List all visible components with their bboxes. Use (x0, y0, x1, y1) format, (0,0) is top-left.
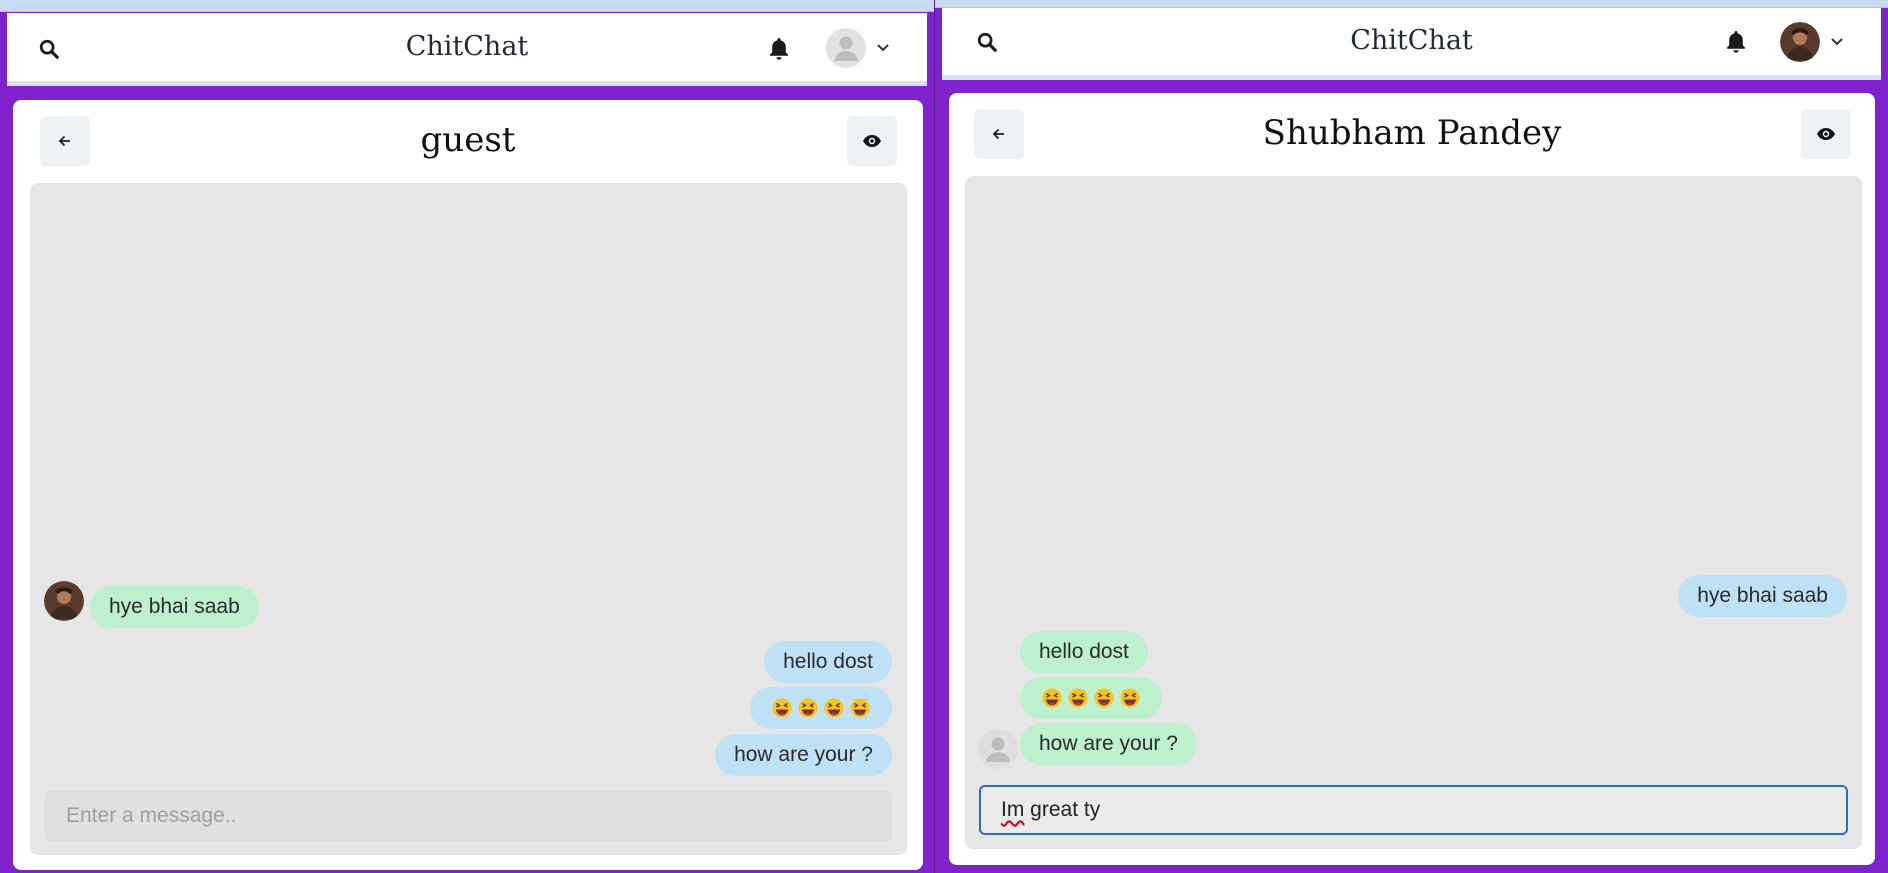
message-bubble: hye bhai saab (90, 586, 259, 628)
grinning-squinting-face-icon (850, 698, 870, 718)
chevron-down-icon (877, 44, 889, 52)
chat-panel: Shubham Pandey hye bhai saab hello dost … (949, 93, 1875, 865)
search-button[interactable] (35, 35, 63, 63)
grinning-squinting-face-icon (772, 698, 792, 718)
grinning-squinting-face-icon (1068, 688, 1088, 708)
eye-icon (1817, 128, 1835, 140)
message-bubble: hye bhai saab (1678, 575, 1847, 617)
profile-menu-button[interactable] (1780, 22, 1844, 62)
sender-avatar (44, 581, 84, 621)
search-icon (977, 32, 997, 52)
emoji-message-bubble (1020, 677, 1162, 719)
bell-icon (770, 38, 788, 60)
grinning-squinting-face-icon (1042, 688, 1062, 708)
chat-title: Shubham Pandey (1262, 113, 1562, 153)
chat-title: guest (420, 120, 516, 160)
search-button[interactable] (973, 28, 1001, 56)
app-header: ChitChat (942, 8, 1881, 80)
grinning-squinting-face-icon (1120, 688, 1140, 708)
user-photo-avatar (1780, 22, 1820, 62)
view-profile-button[interactable] (847, 116, 897, 166)
eye-icon (863, 135, 881, 147)
message-input[interactable]: Im great ty (979, 785, 1848, 835)
default-avatar (826, 28, 866, 68)
notification-button[interactable] (765, 35, 793, 63)
search-icon (39, 39, 59, 59)
profile-menu-button[interactable] (826, 28, 890, 68)
left-browser-window: ChitChat guest hye bhai saab hello dost (0, 0, 934, 873)
message-bubble: hello dost (1020, 631, 1148, 673)
bell-icon (1727, 31, 1745, 53)
message-input[interactable] (45, 791, 892, 841)
browser-top-strip (0, 0, 934, 12)
right-browser-window: ChitChat Shubham Pandey hye bhai saab he… (935, 0, 1888, 873)
input-misspelled-word: Im (1001, 798, 1025, 821)
chevron-down-icon (1831, 38, 1843, 46)
message-area: hye bhai saab hello dost how are your ? (30, 183, 907, 855)
emoji-message-bubble (750, 687, 892, 729)
chat-panel: guest hye bhai saab hello dost how are y… (13, 100, 923, 870)
message-bubble: how are your ? (1020, 723, 1197, 765)
notification-button[interactable] (1722, 28, 1750, 56)
sender-avatar (978, 729, 1018, 769)
message-bubble: how are your ? (715, 734, 892, 776)
app-header: ChitChat (7, 13, 927, 86)
input-text: great ty (1024, 798, 1101, 821)
grinning-squinting-face-icon (798, 698, 818, 718)
grinning-squinting-face-icon (1094, 688, 1114, 708)
view-profile-button[interactable] (1801, 109, 1851, 159)
grinning-squinting-face-icon (824, 698, 844, 718)
browser-top-strip (935, 0, 1888, 8)
message-area: hye bhai saab hello dost how are your ? … (965, 176, 1862, 849)
message-bubble: hello dost (764, 641, 892, 683)
